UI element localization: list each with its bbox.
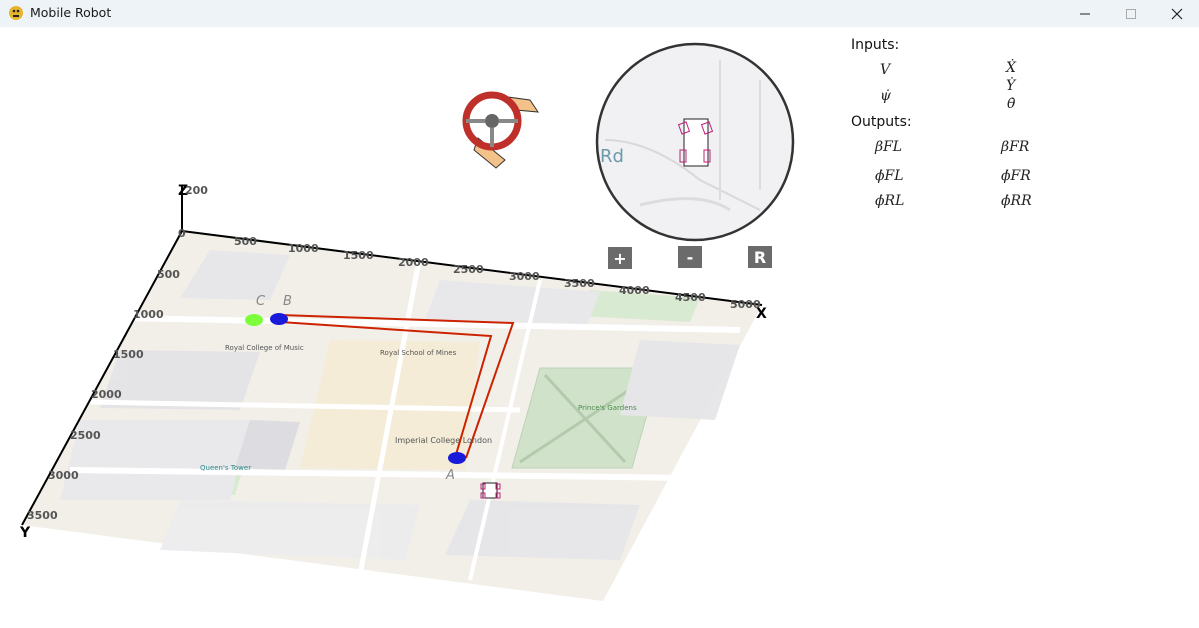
x-tick-label: 4000: [619, 284, 650, 297]
map-label: Royal College of Music: [225, 344, 304, 352]
y-tick-label: 3000: [48, 469, 79, 482]
x-tick-label: 1500: [343, 249, 374, 262]
y-tick-label: 0: [178, 227, 186, 240]
reset-view-button[interactable]: R: [748, 246, 772, 268]
y-axis-label: Y: [19, 525, 31, 541]
inputs-heading: Inputs:: [851, 37, 900, 53]
minimize-button[interactable]: [1062, 0, 1108, 27]
maximize-button[interactable]: [1108, 0, 1154, 27]
x-tick-label: 3000: [509, 270, 540, 283]
simulation-canvas[interactable]: C B A Imperial College London Prince's G…: [0, 27, 1199, 628]
map-label: Queen's Tower: [200, 464, 251, 472]
input-y-dot: Ẏ: [1006, 78, 1016, 94]
input-psi-dot: ψ̇: [880, 88, 891, 104]
zoom-lens: Rd: [595, 42, 795, 242]
zoom-out-button[interactable]: -: [678, 246, 702, 268]
input-x-dot: Ẋ: [1006, 60, 1016, 76]
close-button[interactable]: [1154, 0, 1199, 27]
scene-3d: C B A Imperial College London Prince's G…: [19, 42, 795, 601]
x-tick-label: 2500: [453, 263, 484, 276]
x-tick-label: 4500: [675, 291, 706, 304]
input-velocity: V: [880, 62, 891, 78]
map-label: Imperial College London: [395, 436, 492, 445]
waypoint-a-label: A: [445, 468, 455, 483]
waypoint-a-marker: [448, 452, 466, 464]
y-tick-label: 2500: [70, 429, 101, 442]
x-tick-label: 500: [234, 235, 257, 248]
y-tick-label: 500: [157, 268, 180, 281]
close-icon: [1171, 8, 1183, 19]
output-phi-dot-fr: ϕ̇FR: [1001, 168, 1031, 184]
outputs-heading: Outputs:: [851, 114, 912, 130]
waypoint-c-marker: [245, 314, 263, 326]
waypoint-b-marker: [270, 313, 288, 325]
python-app-icon: [9, 6, 23, 20]
y-tick-label: 1000: [133, 308, 164, 321]
output-phi-dot-rr: ϕ̇RR: [1001, 193, 1032, 209]
output-phi-dot-rl: ϕ̇RL: [875, 193, 905, 209]
output-beta-fr: βFR: [1001, 139, 1030, 155]
output-phi-dot-fl: ϕ̇FL: [875, 168, 904, 184]
y-tick-label: 3500: [27, 509, 58, 522]
robot-vehicle: [480, 482, 501, 499]
waypoint-b-label: B: [283, 294, 292, 309]
maximize-icon: [1126, 8, 1136, 19]
title-bar: Mobile Robot: [0, 0, 1199, 27]
zoom-in-button[interactable]: +: [608, 247, 632, 269]
y-tick-label: 1500: [113, 348, 144, 361]
x-tick-label: 3500: [564, 277, 595, 290]
zoom-lens-street-label: Rd: [600, 146, 624, 167]
map-label: Prince's Gardens: [578, 404, 637, 412]
steering-wheel-icon: [462, 91, 539, 169]
x-tick-label: 1000: [288, 242, 319, 255]
z-tick-label: 200: [185, 184, 208, 197]
waypoint-c-label: C: [256, 294, 266, 309]
input-theta-dot: θ̇: [1007, 96, 1016, 112]
y-tick-label: 2000: [91, 388, 122, 401]
x-tick-label: 5000: [730, 298, 761, 311]
window-title: Mobile Robot: [30, 5, 112, 20]
minimize-icon: [1080, 13, 1090, 14]
output-beta-fl: βFL: [875, 139, 903, 155]
x-tick-label: 2000: [398, 256, 429, 269]
map-label: Royal School of Mines: [380, 349, 457, 357]
